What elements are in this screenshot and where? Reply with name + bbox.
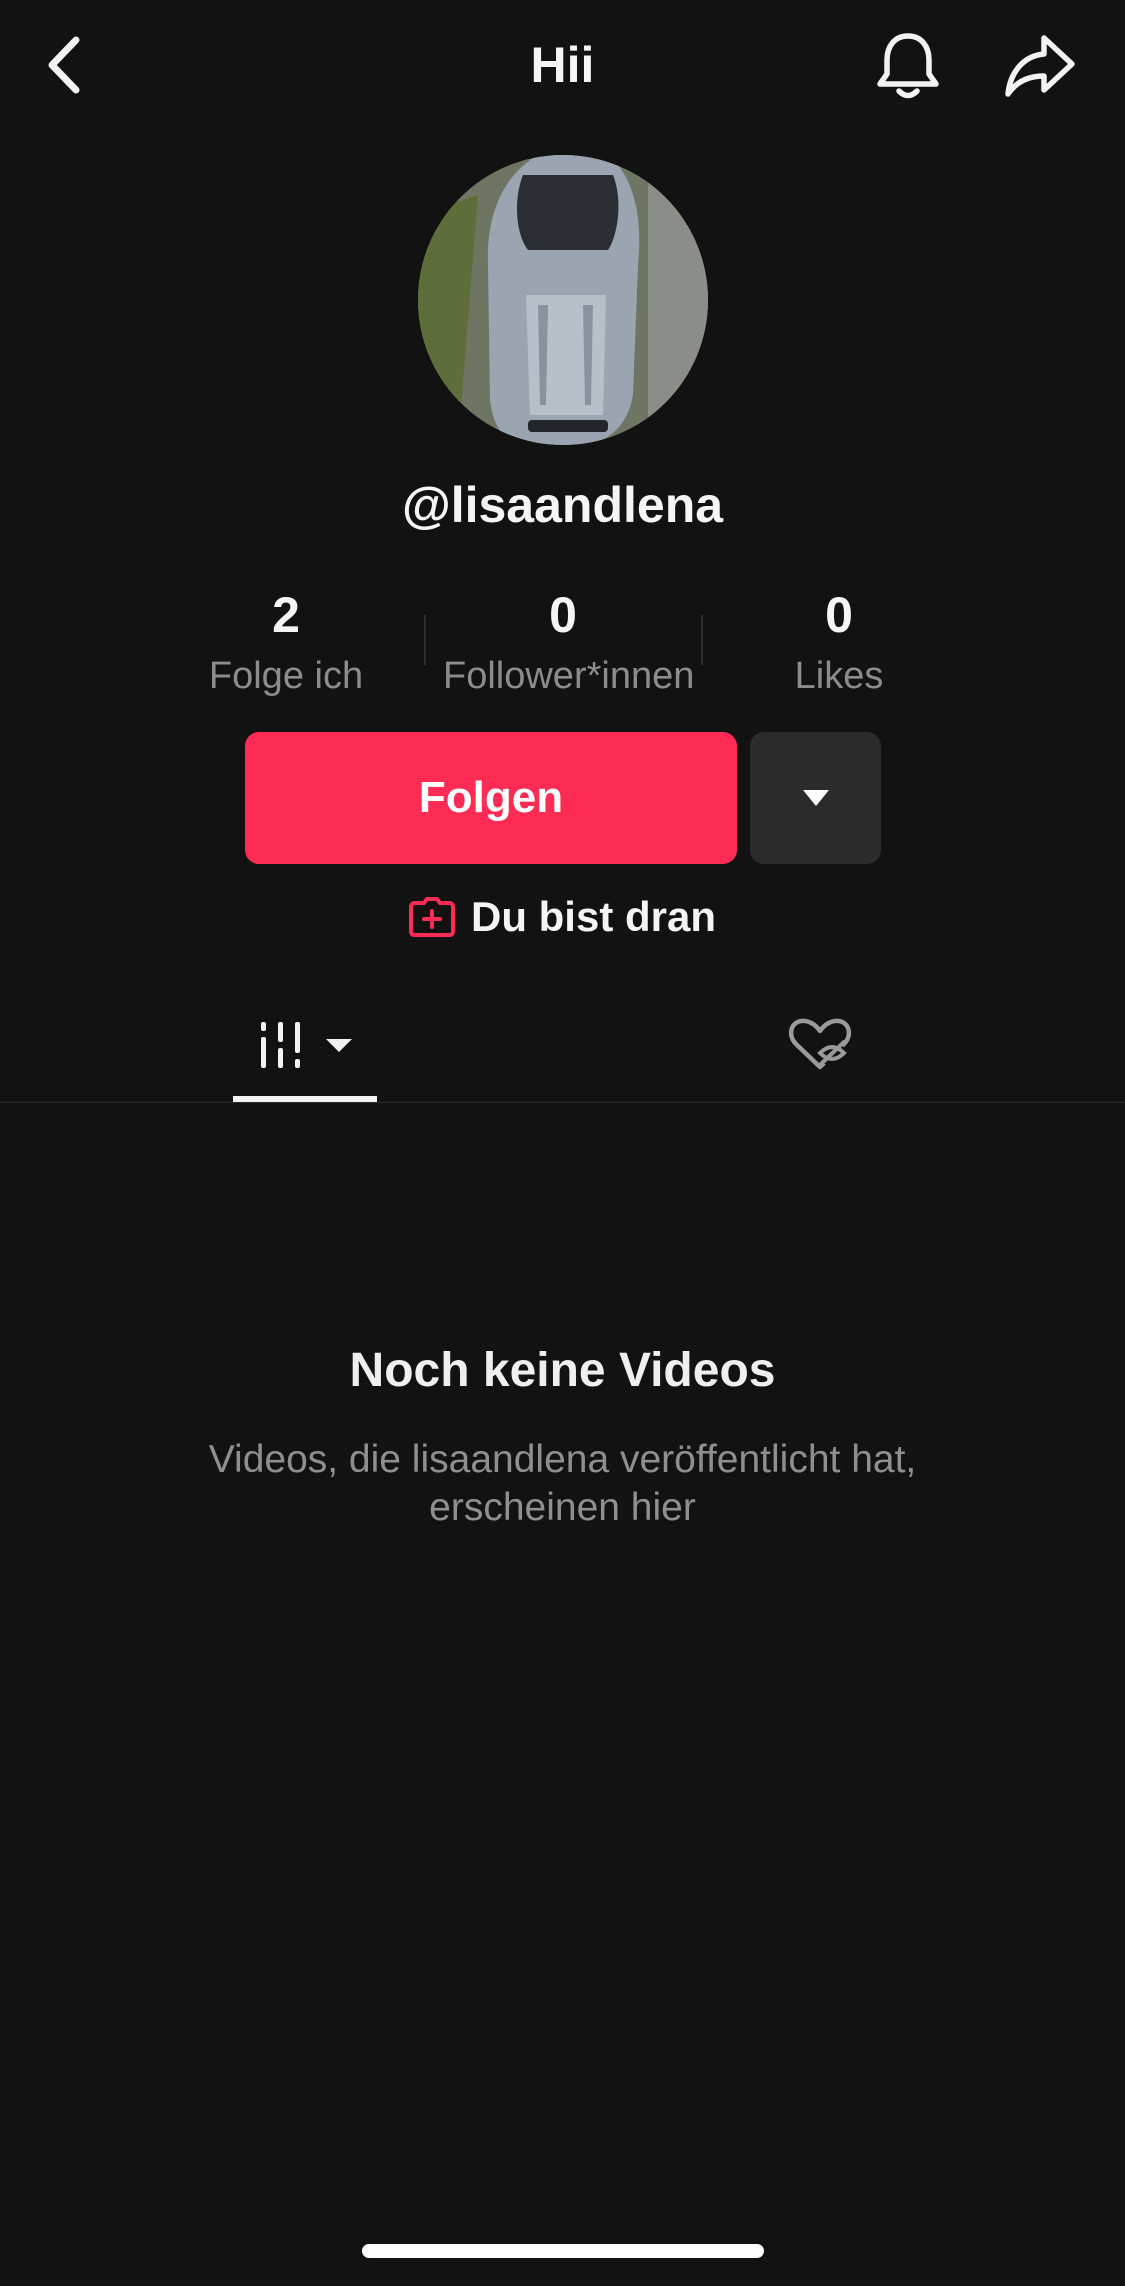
stat-label: Folge ich	[208, 655, 364, 697]
stat-followers[interactable]: 0 Follower*innen	[443, 585, 695, 701]
stat-label: Likes	[794, 655, 884, 697]
your-turn-link[interactable]: Du bist dran	[0, 893, 1125, 941]
empty-state-title: Noch keine Videos	[349, 1344, 776, 1397]
stat-likes[interactable]: 0 Likes	[719, 585, 959, 701]
share-button[interactable]	[1002, 30, 1078, 100]
empty-state-description: Videos, die lisaandlena veröffentlicht h…	[208, 1438, 917, 1529]
suggested-accounts-dropdown-button[interactable]	[750, 732, 881, 864]
heart-hidden-icon	[788, 1018, 852, 1070]
page-title: Hii	[530, 37, 595, 93]
bell-icon	[877, 33, 939, 99]
follow-button[interactable]: Folgen	[245, 732, 737, 864]
car-photo-avatar	[418, 155, 708, 445]
tab-divider	[0, 1102, 1125, 1103]
stat-value: 0	[549, 587, 577, 643]
back-button[interactable]	[40, 30, 90, 100]
chevron-left-icon	[48, 36, 80, 94]
notifications-button[interactable]	[872, 28, 944, 104]
home-indicator[interactable]	[362, 2244, 764, 2258]
caret-down-icon	[802, 790, 829, 806]
avatar[interactable]	[418, 155, 708, 445]
stat-value: 2	[272, 587, 300, 643]
stat-divider	[701, 615, 703, 665]
stat-value: 0	[825, 587, 853, 643]
tab-liked-videos[interactable]	[760, 1000, 880, 1090]
top-bar: Hii	[0, 0, 1125, 130]
share-arrow-icon	[1005, 35, 1075, 97]
stat-label: Follower*innen	[443, 655, 695, 697]
stat-divider	[424, 615, 426, 665]
username: @lisaandlena	[401, 477, 724, 533]
profile-screen: Hii @lisaandlena 2 Folge ich 0 Follower*…	[0, 0, 1125, 2286]
caret-down-icon	[326, 1039, 352, 1052]
tab-videos[interactable]	[233, 990, 377, 1100]
stat-following[interactable]: 2 Folge ich	[166, 585, 406, 701]
camera-plus-icon	[408, 897, 455, 937]
your-turn-label: Du bist dran	[470, 893, 716, 940]
grid-bars-icon	[261, 1022, 300, 1068]
